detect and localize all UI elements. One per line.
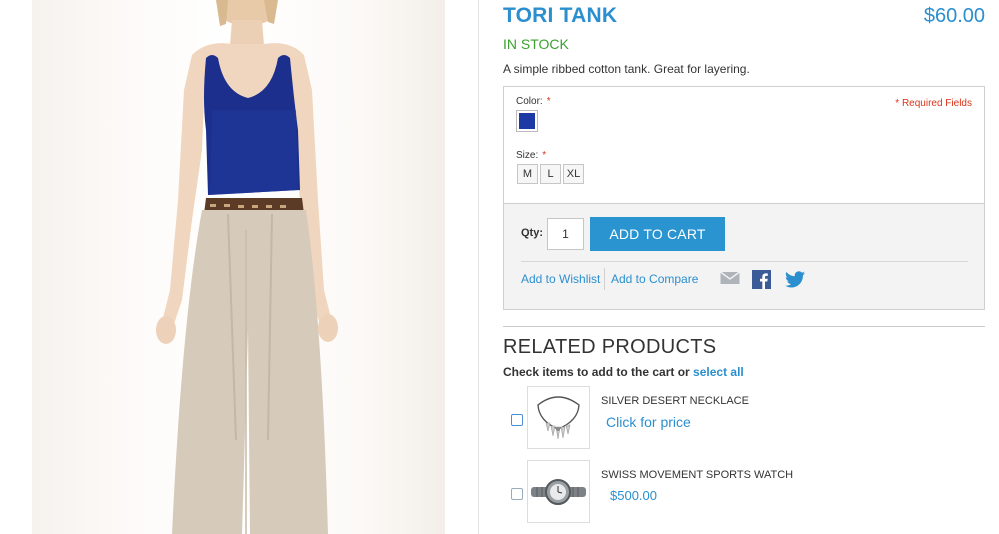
add-to-wishlist-link[interactable]: Add to Wishlist [521,272,600,286]
size-label-text: Size: [516,150,539,161]
qty-label: Qty: [521,227,543,239]
stock-status: IN STOCK [503,36,569,52]
product-price: $60.00 [923,5,985,27]
related-products-note: Check items to add to the cart or select… [503,365,744,379]
color-label-text: Color: [516,96,543,107]
necklace-icon [537,396,580,440]
model-illustration [156,0,338,534]
related-products-title: RELATED PRODUCTS [503,336,717,358]
related-item-name-watch[interactable]: SWISS MOVEMENT SPORTS WATCH [601,469,793,481]
qty-input[interactable] [547,218,584,250]
required-fields-note: * Required Fields [895,98,972,109]
add-to-cart-button[interactable]: ADD TO CART [590,217,725,251]
add-to-cart-panel: Qty: ADD TO CART Add to Wishlist Add to … [503,203,985,310]
product-title: TORI TANK [503,4,618,27]
size-option-xl[interactable]: XL [563,164,584,184]
product-image[interactable] [0,0,478,534]
divider [604,268,605,290]
required-star: * [546,96,551,107]
color-swatch-blue[interactable] [516,110,538,132]
swatch-fill [519,113,535,129]
email-icon[interactable] [720,270,740,286]
size-label: Size: * [516,150,546,161]
related-item-price-watch[interactable]: $500.00 [610,488,657,503]
color-label: Color: * [516,96,551,107]
product-options: Color: * * Required Fields Size: * M L XL [503,86,985,204]
related-item-price-necklace[interactable]: Click for price [606,414,691,430]
required-star: * [542,150,547,161]
size-option-l[interactable]: L [540,164,561,184]
watch-thumbnail[interactable] [527,460,590,523]
related-item-name-necklace[interactable]: SILVER DESERT NECKLACE [601,395,749,407]
twitter-icon[interactable] [785,271,805,288]
size-option-m[interactable]: M [517,164,538,184]
divider [521,261,968,262]
related-checkbox-watch[interactable] [511,488,523,500]
image-divider [478,0,479,534]
necklace-thumbnail[interactable] [527,386,590,449]
related-note-text: Check items to add to the cart or [503,365,690,379]
related-divider [503,326,985,327]
model-photo [32,0,445,534]
watch-icon [531,479,586,505]
related-checkbox-necklace[interactable] [511,414,523,426]
add-to-compare-link[interactable]: Add to Compare [611,272,698,286]
facebook-icon[interactable] [752,270,771,289]
product-description: A simple ribbed cotton tank. Great for l… [503,62,750,76]
select-all-link[interactable]: select all [693,365,744,379]
